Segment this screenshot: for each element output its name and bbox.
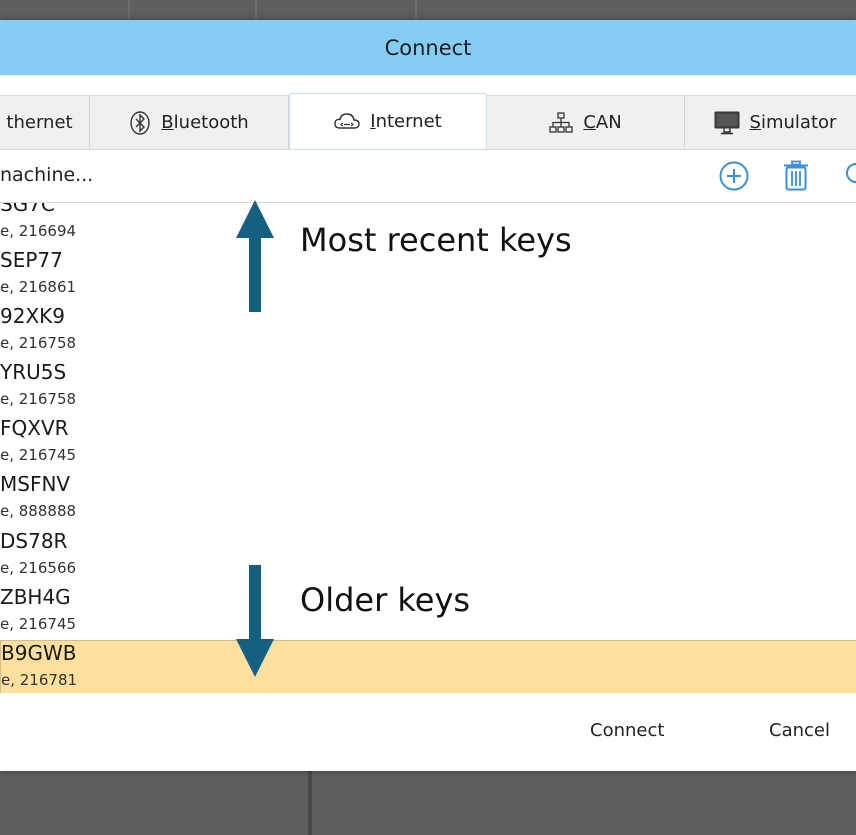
tab-label: CAN [583, 112, 622, 133]
machine-detail: e, 216745 [0, 446, 77, 464]
add-circle-icon[interactable] [718, 160, 750, 196]
connection-tabs: thernet Bluetooth Internet CAN Simulator [0, 93, 856, 150]
machine-search-input[interactable]: nachine... [0, 164, 93, 186]
up-arrow-icon [236, 200, 274, 312]
tab-label: Simulator [749, 112, 837, 133]
machine-detail: e, 216758 [0, 334, 77, 352]
machine-list: SG7C e, 216694 SEP77 e, 216861 92XK9 e, … [0, 203, 856, 693]
machine-detail: e, 216694 [0, 222, 77, 240]
monitor-icon [714, 111, 740, 135]
tab-can[interactable]: CAN [487, 96, 685, 149]
tab-label: Internet [370, 111, 442, 132]
trash-icon[interactable] [782, 160, 810, 196]
search-icon[interactable] [842, 160, 856, 196]
machine-detail: e, 216781 [1, 671, 78, 689]
machine-key: YRU5S [0, 360, 67, 384]
cloud-icon [334, 112, 360, 132]
connect-button[interactable]: Connect [590, 720, 664, 741]
machine-detail: e, 216745 [0, 615, 77, 633]
machine-detail: e, 216566 [0, 559, 77, 577]
machine-detail: e, 216758 [0, 390, 77, 408]
down-arrow-icon [236, 565, 274, 677]
dialog-title: Connect [0, 20, 856, 75]
tab-bluetooth[interactable]: Bluetooth [90, 96, 289, 149]
machine-detail: e, 888888 [0, 502, 77, 520]
annotation-older: Older keys [300, 581, 471, 619]
background-line [415, 0, 417, 20]
list-item[interactable]: MSFNV e, 888888 [0, 472, 856, 528]
tab-label: thernet [6, 112, 73, 133]
machine-key: B9GWB [1, 641, 77, 665]
list-item[interactable]: YRU5S e, 216758 [0, 360, 856, 416]
tab-ethernet[interactable]: thernet [0, 96, 90, 149]
network-tree-icon [549, 111, 573, 134]
machine-key: ZBH4G [0, 585, 71, 609]
background-line [308, 770, 312, 835]
machine-key: 92XK9 [0, 304, 65, 328]
background-line [255, 0, 257, 20]
cancel-button[interactable]: Cancel [769, 720, 830, 741]
machine-key: DS78R [0, 529, 68, 553]
machine-detail: e, 216861 [0, 278, 77, 296]
list-item-selected[interactable]: B9GWB e, 216781 [0, 640, 856, 693]
tab-simulator[interactable]: Simulator [685, 96, 856, 149]
annotation-most-recent: Most recent keys [300, 221, 572, 259]
background-line [128, 0, 130, 20]
tab-label: Bluetooth [161, 112, 249, 133]
machine-toolbar: nachine... [0, 150, 856, 203]
list-item[interactable]: FQXVR e, 216745 [0, 416, 856, 472]
machine-key: MSFNV [0, 472, 71, 496]
connect-dialog: Connect thernet Bluetooth Internet CAN S… [0, 20, 856, 771]
machine-key: FQXVR [0, 416, 69, 440]
machine-key: SEP77 [0, 248, 63, 272]
tab-internet[interactable]: Internet [289, 93, 487, 150]
bluetooth-icon [129, 110, 151, 135]
list-item[interactable]: DS78R e, 216566 [0, 529, 856, 585]
machine-key: SG7C [0, 203, 55, 216]
list-item[interactable]: 92XK9 e, 216758 [0, 304, 856, 360]
